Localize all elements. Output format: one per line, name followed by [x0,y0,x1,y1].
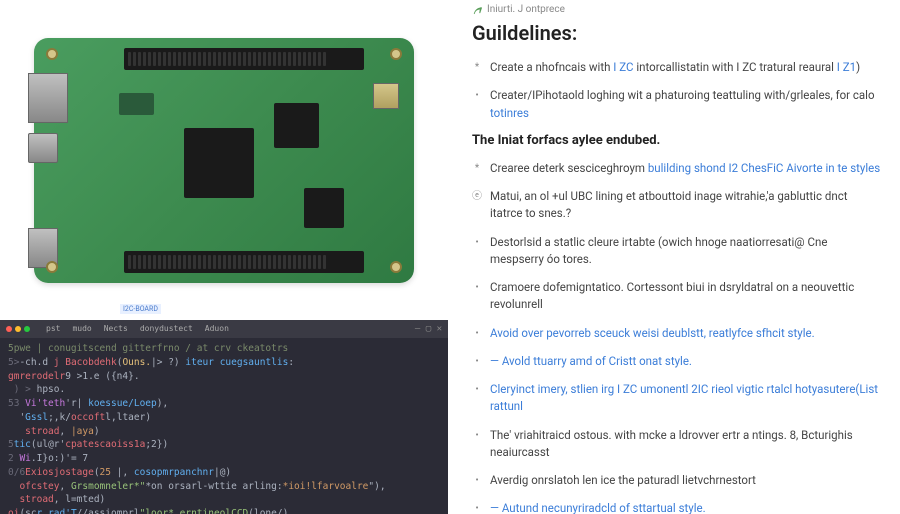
terminal-window[interactable]: pstmudoNectsdonydustectAduon — ▢ ✕ 5pwe … [0,320,448,514]
bullet-icon: • [472,354,482,369]
guideline-text: The' vriahitraicd ostous. with mcke a ld… [490,427,882,462]
terminal-tab[interactable]: Nects [98,324,134,333]
code-line: ) > hpso. [8,383,440,397]
bullet-icon: * [472,161,482,176]
terminal-tab[interactable]: pst [40,324,66,333]
code-line: 5pwe | conugitscend gitterfrno / at crv … [8,342,440,356]
aux-chip [304,188,344,228]
guideline-list-main: * Crearee deterk sesciceghroym bulilding … [472,160,882,514]
ethernet-port [28,73,68,123]
guideline-item: * Create a nhofncais with I ZC intorcalli… [472,59,882,76]
code-line: stroad, |aya) [8,425,440,439]
code-line: ofcstey, Grsmomneler*"*on orsarl-wttie a… [8,480,440,494]
gpio-header-bottom [124,251,364,273]
bullet-icon: • [472,88,482,103]
guideline-item: • Avoid over pevorreb sceuck weisi deubls… [472,325,882,342]
code-line: 5>-ch.d j Bacobdehk(Ouns.|> ?) iteur cue… [8,356,440,370]
bullet-icon: • [472,235,482,250]
guideline-item: • — Autund necunyriradcld of sttartual st… [472,500,882,514]
terminal-tab[interactable]: donydustect [134,324,199,333]
bullet-icon: * [472,60,482,75]
ram-chip [274,103,319,148]
guideline-text: Create a nhofncais with I ZC intorcallis… [490,59,860,76]
breadcrumb-text: Iniurti. J ontprece [487,4,565,15]
left-column: I2C-BOARD pstmudoNectsdonydustectAduon —… [0,0,448,514]
code-line: oi(scr rad'T//assiomprl"loor*.erntineolC… [8,507,440,514]
raspberry-pi-board [34,38,414,283]
gpio-header-top [124,48,364,70]
board-photo-area: I2C-BOARD [0,0,448,320]
guideline-item: • The' vriahitraicd ostous. with mcke a l… [472,427,882,462]
code-line: 2 Wi.I}o:)'= 7 [8,452,440,466]
guideline-item: • — Avold ttuarry amd of Cristt onat styl… [472,353,882,370]
guideline-text: Cleryinct imery, stlien irg I ZC umonent… [490,381,882,416]
minimize-icon[interactable] [15,326,21,332]
bullet-icon: • [472,501,482,514]
bullet-icon: • [472,382,482,397]
maximize-icon[interactable] [24,326,30,332]
code-line: 53 Vi'teth'r| koessue/Loep), [8,397,440,411]
close-icon[interactable] [6,326,12,332]
guideline-text: Creater/IPihotaold loghing wit a phaturo… [490,87,882,122]
guideline-text: Avoid over pevorreb sceuck weisi deublst… [490,325,815,342]
leaf-icon [472,4,483,15]
guideline-item: • Averdig onrslatoh len ice the paturadl … [472,472,882,489]
guideline-text: Cramoere dofemigntatico. Cortessont biui… [490,279,882,314]
guideline-text: Matui, an ol +ul UBC lining et atbouttoi… [490,188,882,223]
subheading: The Iniat forfacs aylee endubed. [472,133,882,148]
guideline-item: • Creater/IPihotaold loghing wit a phatur… [472,87,882,122]
guideline-text: Destorlsid a statlic cleure irtabte (owi… [490,234,882,269]
code-line: 5tic(ul@r'cpatescaoiss1a;2}) [8,438,440,452]
guideline-item: • Cramoere dofemigntatico. Cortessont biu… [472,279,882,314]
guideline-text: Averdig onrslatoh len ice the paturadl l… [490,472,756,489]
guideline-list-top: * Create a nhofncais with I ZC intorcalli… [472,59,882,122]
soc-chip [184,128,254,198]
small-chip [119,93,154,115]
mounting-hole [390,48,402,60]
board-label: I2C-BOARD [120,304,161,314]
guideline-text: Crearee deterk sesciceghroym bulilding s… [490,160,880,177]
code-line: gmrerodelr9 >1.e ({n4}. [8,370,440,384]
terminal-tab[interactable]: Aduon [199,324,235,333]
terminal-window-controls[interactable]: — ▢ ✕ [415,323,442,336]
guidelines-panel: Iniurti. J ontprece Guildelines: * Create… [448,0,900,514]
bullet-icon: • [472,428,482,443]
bullet-icon: • [472,473,482,488]
terminal-body[interactable]: 5pwe | conugitscend gitterfrno / at crv … [0,338,448,514]
page-title: Guildelines: [472,21,882,45]
code-line: 0/6Exiosjostage(25 |, cosopmrpanchnr|@) [8,466,440,480]
bullet-icon: • [472,280,482,295]
terminal-tab[interactable]: mudo [66,324,97,333]
guideline-item: ⓔ Matui, an ol +ul UBC lining et atboutto… [472,188,882,223]
mounting-hole [46,261,58,273]
code-line: stroad, l=mted) [8,493,440,507]
guideline-item: • Destorlsid a statlic cleure irtabte (ow… [472,234,882,269]
code-line: 'Gssl;,k/occoftl,ltaer) [8,411,440,425]
mounting-hole [390,261,402,273]
usb-port-1 [28,133,58,163]
mounting-hole [46,48,58,60]
bullet-icon: ⓔ [472,189,482,204]
connector [373,83,399,109]
terminal-tabs: pstmudoNectsdonydustectAduon — ▢ ✕ [0,320,448,338]
guideline-text: — Avold ttuarry amd of Cristt onat style… [490,353,692,370]
breadcrumb: Iniurti. J ontprece [472,4,882,15]
guideline-text: — Autund necunyriradcld of sttartual sty… [490,500,706,514]
guideline-item: • Cleryinct imery, stlien irg I ZC umonen… [472,381,882,416]
window-controls[interactable] [6,326,30,332]
bullet-icon: • [472,326,482,341]
guideline-item: * Crearee deterk sesciceghroym bulilding … [472,160,882,177]
